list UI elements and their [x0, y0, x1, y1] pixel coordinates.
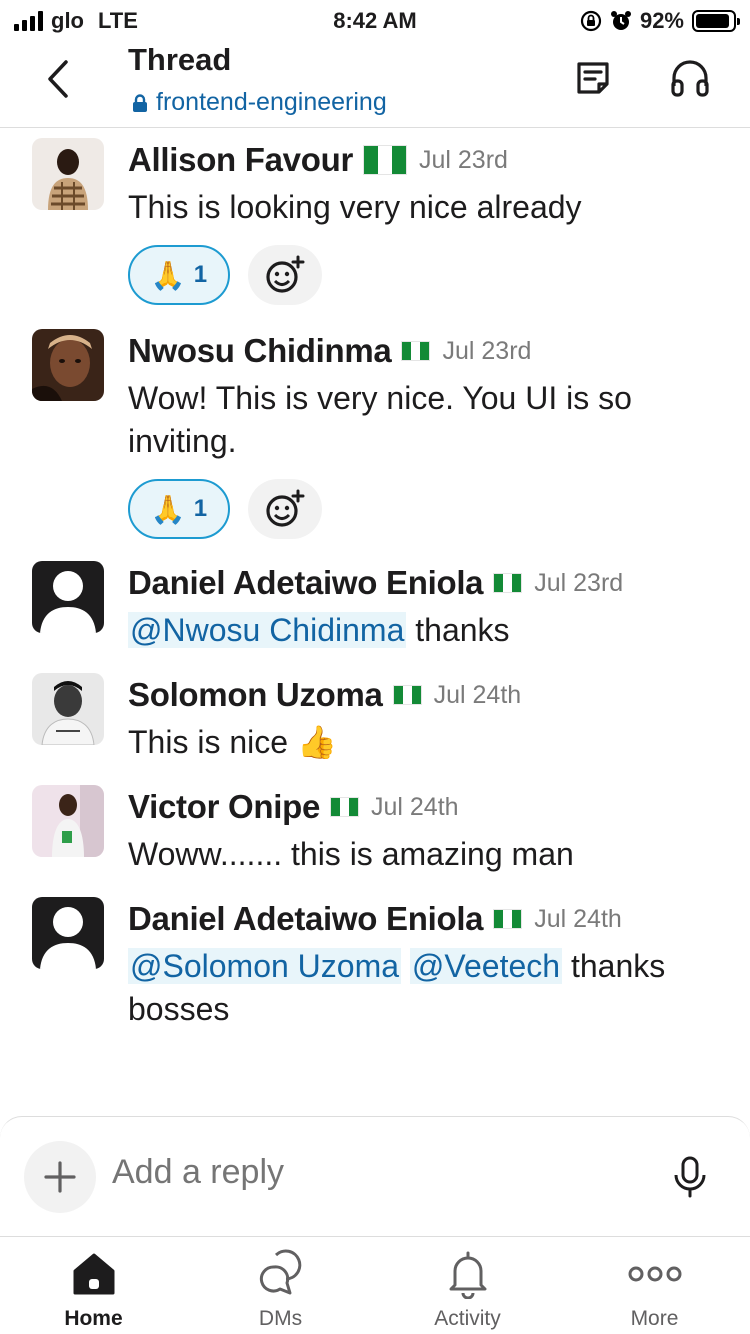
message-date: Jul 24th — [534, 904, 622, 933]
nigeria-flag-icon — [363, 145, 407, 175]
battery-icon — [692, 10, 740, 32]
message-text: Wow! This is very nice. You UI is so inv… — [128, 380, 632, 459]
plus-icon — [44, 1161, 76, 1193]
rotation-lock-icon — [580, 10, 602, 32]
message-date: Jul 24th — [433, 680, 522, 709]
add-emoji-icon — [266, 489, 305, 527]
user-mention[interactable]: @Solomon Uzoma — [128, 948, 402, 984]
message-text-content: This is nice — [128, 724, 297, 760]
avatar[interactable] — [32, 329, 104, 401]
tab-label: More — [630, 1307, 679, 1330]
headphones-icon[interactable] — [668, 56, 712, 100]
nigeria-flag-icon — [401, 341, 431, 361]
message-author[interactable]: Daniel Adetaiwo Eniola — [128, 900, 484, 938]
tab-dms[interactable]: DMs — [187, 1237, 374, 1334]
tab-label: Home — [64, 1307, 123, 1330]
message-date: Jul 24th — [371, 792, 459, 821]
message-date: Jul 23rd — [534, 568, 624, 597]
pray-emoji-icon: 🙏 — [150, 259, 186, 291]
avatar[interactable] — [32, 897, 104, 969]
alarm-icon — [610, 11, 631, 30]
nigeria-flag-icon — [493, 573, 523, 593]
message-text: @Nwosu Chidinma thanks — [128, 609, 720, 652]
nigeria-flag-icon — [493, 909, 523, 929]
message-text: This is looking very nice already — [128, 189, 582, 225]
thumbs-up-emoji-icon: 👍 — [296, 724, 337, 760]
bottom-tab-bar: Home DMs Activity More — [0, 1236, 750, 1334]
pray-emoji-icon: 🙏 — [150, 493, 186, 525]
reaction-count: 1 — [193, 495, 208, 522]
message-date: Jul 23rd — [442, 336, 532, 365]
message-author[interactable]: Solomon Uzoma — [128, 676, 383, 714]
canvas-note-icon[interactable] — [571, 56, 615, 100]
avatar[interactable] — [32, 138, 104, 210]
add-reaction-button[interactable] — [248, 245, 322, 305]
message-author[interactable]: Nwosu Chidinma — [128, 332, 392, 370]
tab-more[interactable]: More — [561, 1237, 748, 1334]
tab-home[interactable]: Home — [0, 1237, 187, 1334]
avatar[interactable] — [32, 673, 104, 745]
reply-composer — [0, 1116, 750, 1236]
more-icon — [628, 1266, 681, 1282]
thread-header: Thread frontend-engineering — [0, 40, 750, 128]
tab-label: DMs — [258, 1307, 303, 1330]
attach-button[interactable] — [24, 1141, 96, 1213]
message-author[interactable]: Daniel Adetaiwo Eniola — [128, 564, 484, 602]
reaction-pill[interactable]: 🙏 1 — [128, 479, 230, 539]
channel-link[interactable]: frontend-engineering — [132, 88, 387, 117]
nigeria-flag-icon — [330, 797, 359, 817]
message-text: This is nice 👍 — [128, 721, 720, 764]
message-author[interactable]: Allison Favour — [128, 141, 353, 179]
add-emoji-icon — [266, 255, 305, 293]
avatar[interactable] — [32, 785, 104, 857]
message-text: @Solomon Uzoma @Veetech thanks bosses — [128, 945, 720, 1031]
message-text: Woww....... this is amazing man — [128, 836, 574, 872]
user-mention[interactable]: @Veetech — [409, 948, 563, 984]
back-chevron-icon[interactable] — [40, 54, 80, 104]
tab-activity[interactable]: Activity — [374, 1237, 561, 1334]
lock-icon — [133, 93, 147, 112]
default-avatar-icon — [40, 907, 96, 969]
default-avatar-icon — [40, 571, 96, 633]
reply-input[interactable] — [112, 1153, 612, 1192]
home-icon — [73, 1253, 114, 1295]
reaction-count: 1 — [193, 261, 208, 288]
dms-icon — [259, 1249, 301, 1295]
status-bar: glo LTE 8:42 AM 92% — [0, 0, 750, 40]
message-date: Jul 23rd — [419, 145, 508, 174]
avatar[interactable] — [32, 561, 104, 633]
channel-name: frontend-engineering — [156, 88, 387, 116]
message-text-rest: thanks — [406, 612, 510, 648]
reaction-pill[interactable]: 🙏 1 — [128, 245, 230, 305]
add-reaction-button[interactable] — [248, 479, 322, 539]
user-mention[interactable]: @Nwosu Chidinma — [128, 612, 407, 648]
nigeria-flag-icon — [392, 685, 422, 705]
page-title: Thread — [128, 42, 232, 77]
bell-icon — [449, 1251, 486, 1299]
battery-percent: 92% — [639, 8, 684, 33]
message-author[interactable]: Victor Onipe — [128, 788, 320, 826]
tab-label: Activity — [434, 1307, 501, 1330]
microphone-icon[interactable] — [668, 1155, 712, 1199]
